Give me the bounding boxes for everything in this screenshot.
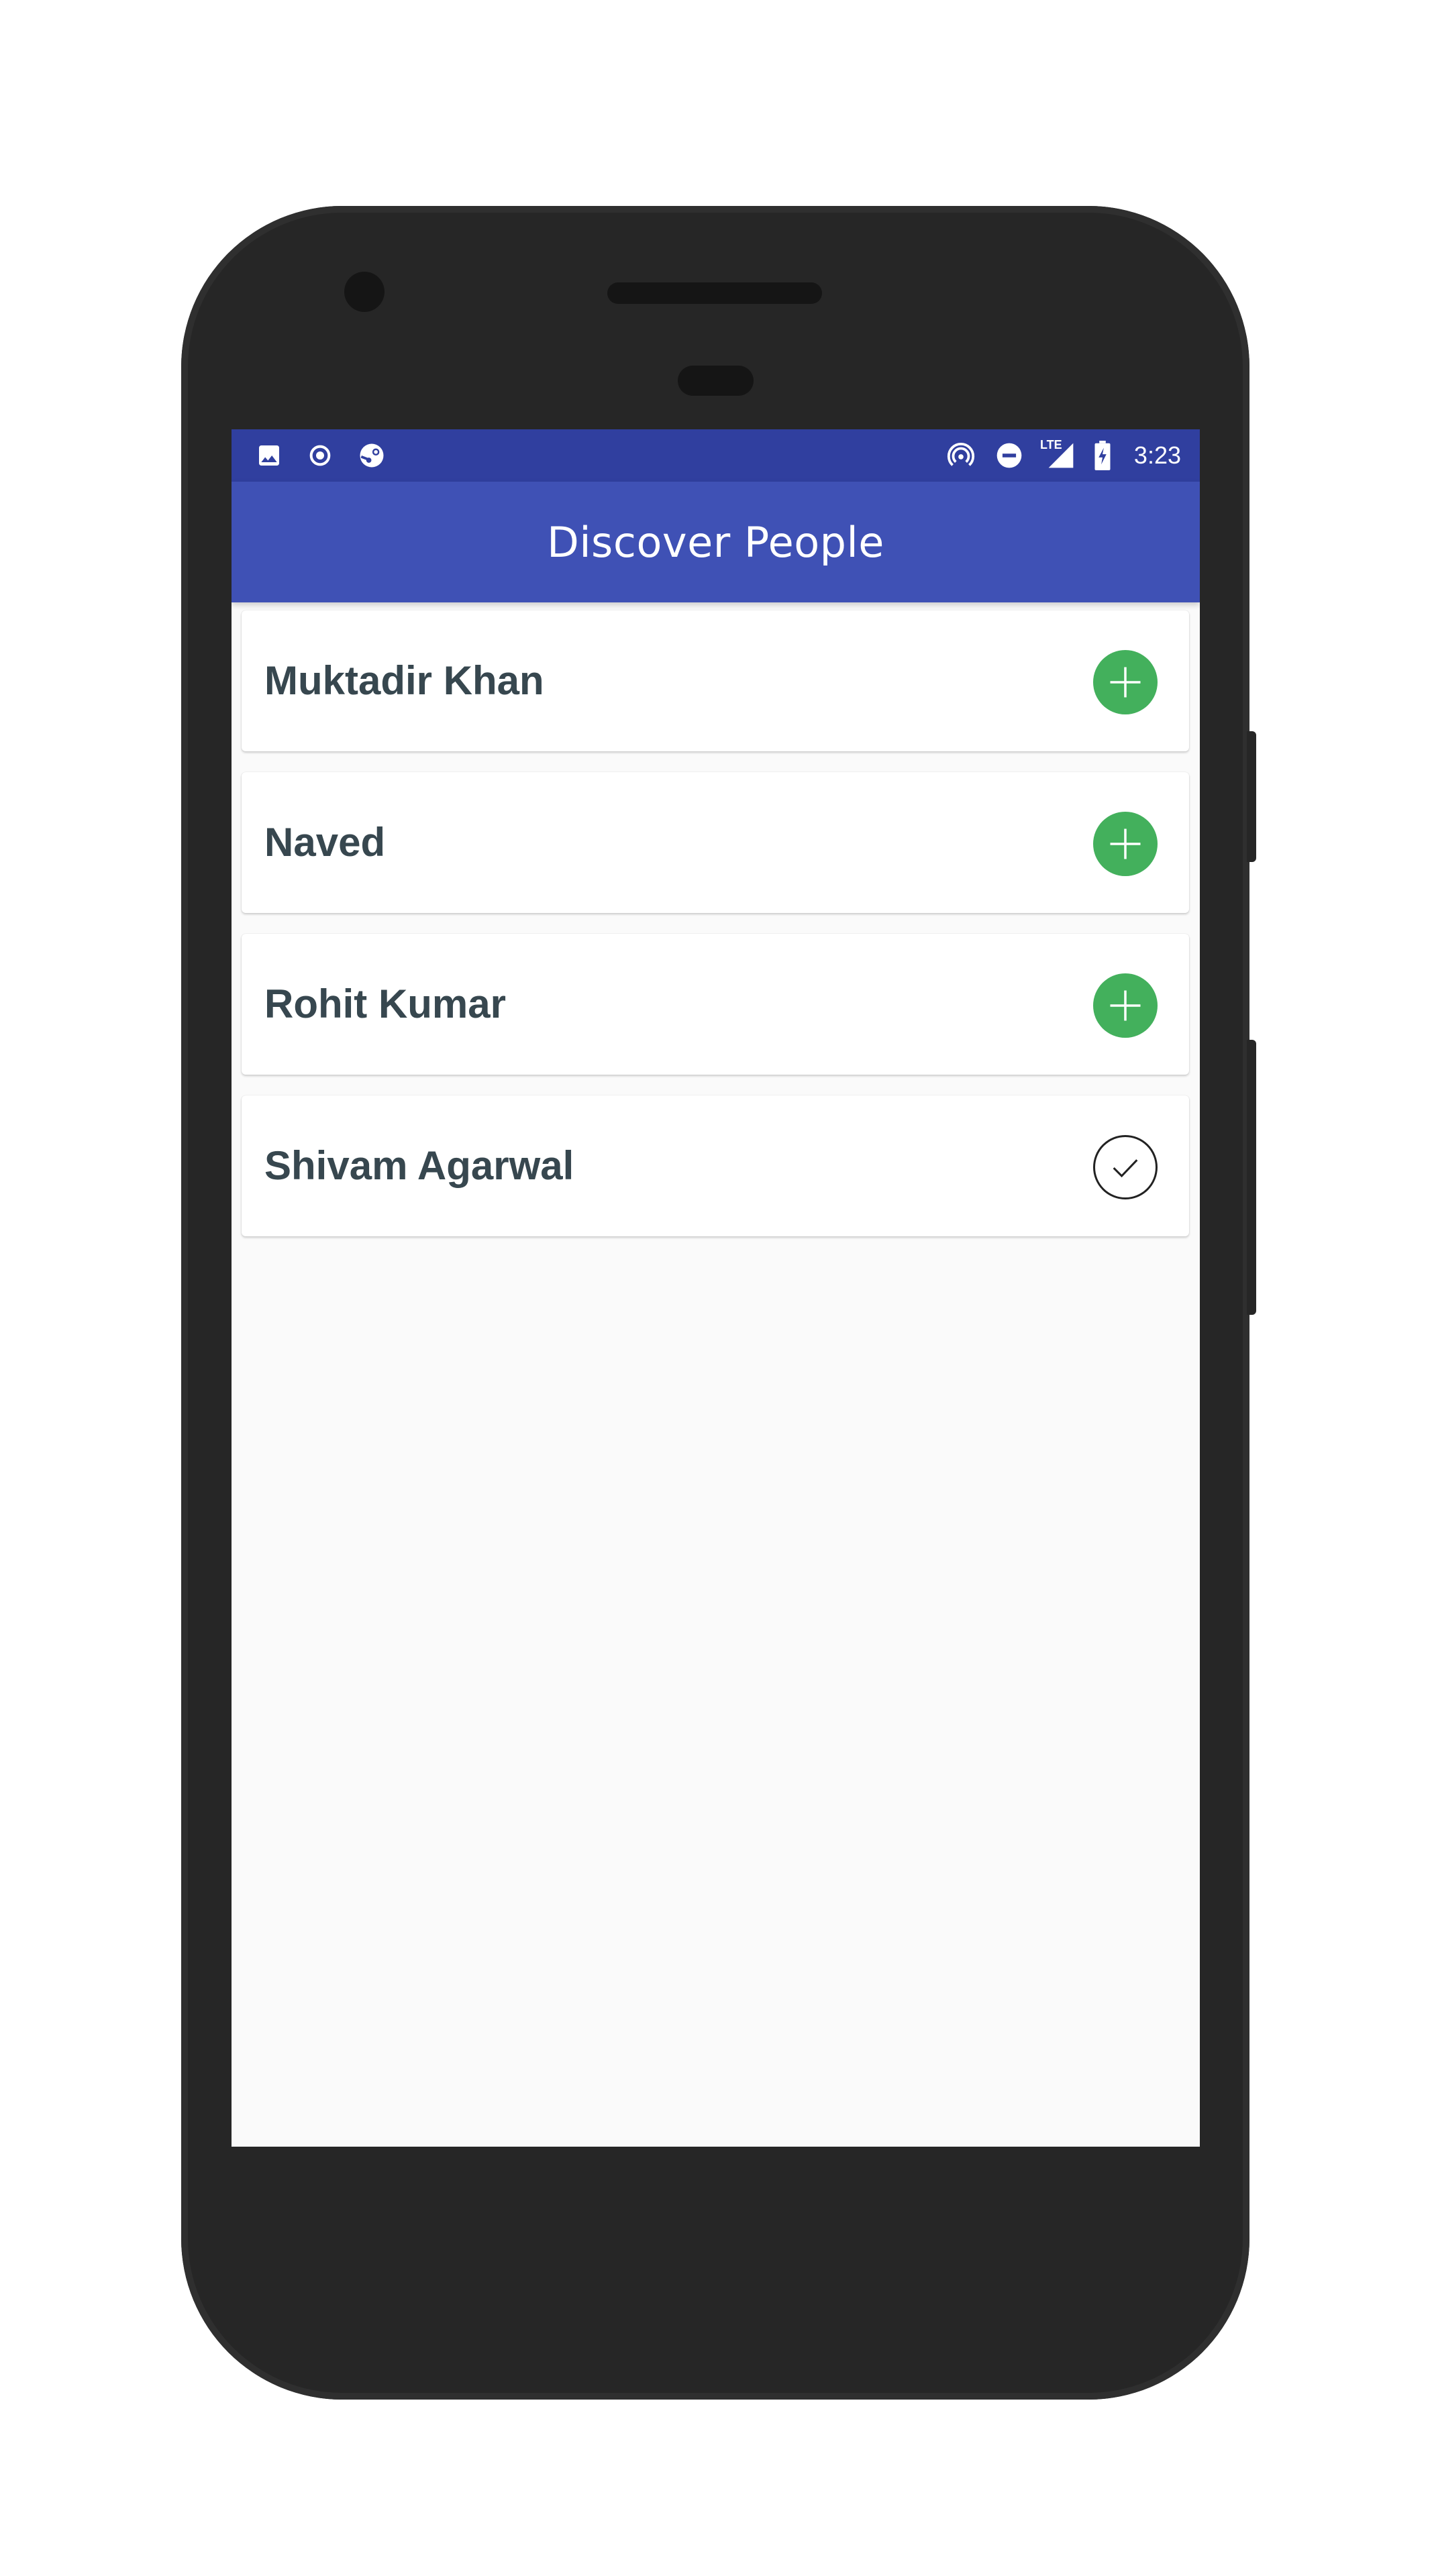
follow-button[interactable] bbox=[1093, 650, 1158, 714]
steam-icon bbox=[356, 441, 387, 470]
proximity-sensor bbox=[678, 366, 754, 396]
person-card: Naved bbox=[242, 772, 1189, 913]
people-list: Muktadir Khan Naved Rohit Kumar Shivam A… bbox=[242, 610, 1189, 1257]
device-screen: LTE 3:23 Discover People Muktadir Khan N… bbox=[232, 429, 1200, 2147]
person-name: Shivam Agarwal bbox=[264, 1143, 574, 1188]
do-not-disturb-icon bbox=[993, 441, 1025, 470]
volume-button bbox=[1247, 1040, 1256, 1315]
add-icon bbox=[1110, 828, 1141, 859]
image-icon bbox=[254, 441, 284, 470]
person-name: Naved bbox=[264, 820, 386, 865]
battery-charging-icon bbox=[1090, 440, 1115, 471]
following-button[interactable] bbox=[1093, 1135, 1158, 1199]
add-icon bbox=[1110, 990, 1141, 1021]
person-name: Rohit Kumar bbox=[264, 981, 506, 1026]
status-time: 3:23 bbox=[1133, 441, 1181, 469]
power-button bbox=[1247, 731, 1256, 862]
follow-button[interactable] bbox=[1093, 812, 1158, 876]
record-icon bbox=[305, 441, 335, 470]
check-icon bbox=[1113, 1159, 1138, 1178]
page-title: Discover People bbox=[547, 517, 884, 567]
app-bar: Discover People bbox=[232, 482, 1200, 602]
person-name: Muktadir Khan bbox=[264, 658, 544, 703]
follow-button[interactable] bbox=[1093, 973, 1158, 1038]
person-card: Rohit Kumar bbox=[242, 934, 1189, 1075]
status-bar: LTE 3:23 bbox=[232, 429, 1200, 482]
hotspot-icon bbox=[944, 441, 978, 470]
person-card: Shivam Agarwal bbox=[242, 1095, 1189, 1236]
earpiece-speaker bbox=[607, 282, 822, 304]
signal-icon: LTE bbox=[1040, 438, 1078, 470]
person-card: Muktadir Khan bbox=[242, 610, 1189, 751]
add-icon bbox=[1110, 667, 1141, 698]
front-camera bbox=[344, 272, 385, 312]
